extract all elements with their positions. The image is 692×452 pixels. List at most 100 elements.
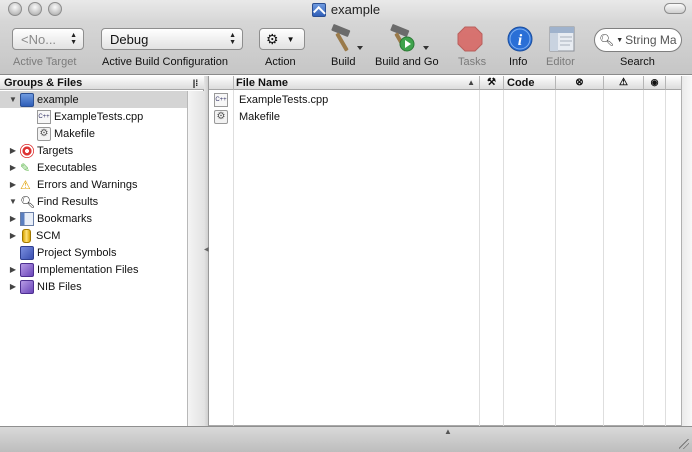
tree-item-find-results[interactable]: ▼ 🔍︎ Find Results xyxy=(0,193,187,210)
search-icon: 🔍︎ xyxy=(599,33,615,47)
build-button[interactable] xyxy=(324,24,364,54)
resize-grip-icon[interactable] xyxy=(679,439,689,449)
disclosure-collapsed-icon[interactable]: ▶ xyxy=(8,231,18,240)
gear-icon: ⚙ xyxy=(266,30,279,47)
active-target-value: <No... xyxy=(21,31,57,47)
column-divider xyxy=(603,90,604,426)
tree-item-label: Bookmarks xyxy=(37,212,93,225)
grip-icon: ◀ xyxy=(204,247,209,253)
popup-arrows-icon: ▲ ▼ xyxy=(229,32,236,46)
groups-and-files-header-label: Groups & Files xyxy=(4,76,83,89)
target-membership-column-header[interactable]: ◉ xyxy=(643,76,665,90)
stop-sign-icon xyxy=(457,26,483,52)
column-toggle-button[interactable]: |⁞ xyxy=(187,76,204,90)
file-list-scrollbar[interactable] xyxy=(681,76,692,426)
action-label: Action xyxy=(265,56,296,68)
disclosure-collapsed-icon[interactable]: ▶ xyxy=(8,214,18,223)
tree-item-label: Errors and Warnings xyxy=(37,178,138,191)
disclosure-collapsed-icon[interactable]: ▶ xyxy=(8,146,18,155)
tree-item-example[interactable]: ▼ example xyxy=(0,91,187,108)
tree-item-targets[interactable]: ▶ Targets xyxy=(0,142,187,159)
warnings-column-header[interactable]: ⚠ xyxy=(603,76,643,90)
disclosure-expanded-icon[interactable]: ▼ xyxy=(8,95,18,104)
warning-icon: ⚠ xyxy=(619,77,628,88)
search-label: Search xyxy=(620,56,655,68)
tree-item-label: Executables xyxy=(37,161,97,174)
info-icon: i xyxy=(507,26,533,52)
tree-item-implementation-files[interactable]: ▶ Implementation Files xyxy=(0,261,187,278)
tree-item-makefile[interactable]: ⚙ Makefile xyxy=(0,125,187,142)
groups-and-files-pane: Groups & Files |⁞ ▼ example C++ ExampleT… xyxy=(0,76,204,434)
warning-icon: ⚠ xyxy=(20,177,31,192)
tree-item-label: NIB Files xyxy=(37,280,82,293)
error-icon: ⊗ xyxy=(575,77,584,88)
search-input[interactable]: String Ma xyxy=(625,33,676,47)
file-name-column-header[interactable]: File Name ▲ xyxy=(233,76,479,90)
tasks-button[interactable] xyxy=(456,25,484,53)
bookmarks-icon xyxy=(20,211,34,226)
info-button[interactable]: i xyxy=(506,25,534,53)
executables-icon: ✎ xyxy=(20,160,31,175)
tree-item-label: example xyxy=(37,93,79,106)
build-label: Build xyxy=(331,56,356,68)
build-and-go-label: Build and Go xyxy=(375,56,439,68)
makefile-icon: ⚙ xyxy=(37,126,51,141)
tree-item-bookmarks[interactable]: ▶ Bookmarks xyxy=(0,210,187,227)
cpp-file-icon: C++ xyxy=(214,92,228,107)
makefile-icon: ⚙ xyxy=(214,109,228,124)
tree-item-label: SCM xyxy=(36,229,61,242)
xcode-project-icon xyxy=(311,2,326,17)
editor-icon xyxy=(549,26,575,52)
hammer-icon: ⚒ xyxy=(487,77,496,88)
active-build-configuration-label: Active Build Configuration xyxy=(102,56,228,68)
active-target-label: Active Target xyxy=(13,56,77,68)
tree-item-exampletests-cpp[interactable]: C++ ExampleTests.cpp xyxy=(0,108,187,125)
column-divider xyxy=(479,90,480,426)
smart-group-icon xyxy=(20,262,34,277)
active-target-popup[interactable]: <No... ▲ ▼ xyxy=(12,28,84,50)
cpp-file-icon: C++ xyxy=(37,109,51,124)
file-row-exampletests-cpp[interactable]: C++ ExampleTests.cpp xyxy=(209,91,681,108)
window-title-text: example xyxy=(330,2,381,17)
tasks-label: Tasks xyxy=(458,56,487,68)
editor-button[interactable] xyxy=(548,25,576,53)
file-name-column-label: File Name xyxy=(236,76,288,89)
active-build-configuration-popup[interactable]: Debug ▲ ▼ xyxy=(101,28,243,50)
targets-icon xyxy=(20,143,34,158)
tree-item-label: ExampleTests.cpp xyxy=(54,110,144,123)
active-build-configuration-value: Debug xyxy=(110,31,149,47)
disclosure-collapsed-icon[interactable]: ▶ xyxy=(8,163,18,172)
target-icon: ◉ xyxy=(650,77,659,87)
file-type-column-header[interactable] xyxy=(209,76,233,90)
editor-split-handle-icon[interactable]: ▲ xyxy=(444,427,452,436)
window-title: example xyxy=(0,2,692,17)
file-row-makefile[interactable]: ⚙ Makefile xyxy=(209,108,681,125)
disclosure-collapsed-icon[interactable]: ▶ xyxy=(8,180,18,189)
tree-item-label: Targets xyxy=(37,144,74,157)
build-and-go-button[interactable] xyxy=(385,24,431,54)
disclosure-collapsed-icon[interactable]: ▶ xyxy=(8,282,18,291)
window-toolbar: example <No... ▲ ▼ Active Target Debug ▲ ▼… xyxy=(0,0,692,75)
search-field[interactable]: 🔍︎ ▼ String Ma xyxy=(594,28,682,52)
disclosure-expanded-icon[interactable]: ▼ xyxy=(8,197,18,206)
tree-item-project-symbols[interactable]: Project Symbols xyxy=(0,244,187,261)
column-divider xyxy=(555,90,556,426)
groups-and-files-header[interactable]: Groups & Files xyxy=(0,76,187,90)
tree-item-label: Implementation Files xyxy=(37,263,139,276)
tree-item-errors-and-warnings[interactable]: ▶ ⚠ Errors and Warnings xyxy=(0,176,187,193)
disclosure-collapsed-icon[interactable]: ▶ xyxy=(8,265,18,274)
errors-column-header[interactable]: ⊗ xyxy=(555,76,603,90)
tree-item-nib-files[interactable]: ▶ NIB Files xyxy=(0,278,187,295)
column-options-header[interactable] xyxy=(665,76,681,90)
column-divider xyxy=(643,90,644,426)
build-column-header[interactable]: ⚒ xyxy=(479,76,503,90)
xcode-project-icon xyxy=(20,92,34,107)
tree-item-scm[interactable]: ▶ SCM xyxy=(0,227,187,244)
action-popup-button[interactable]: ⚙ ▼ xyxy=(259,28,305,50)
tree-item-executables[interactable]: ▶ ✎ Executables xyxy=(0,159,187,176)
build-and-go-icon xyxy=(390,24,429,52)
code-column-header[interactable]: Code xyxy=(503,76,555,90)
tree-item-label: Find Results xyxy=(37,195,99,208)
status-bar: ▲ xyxy=(0,426,692,452)
hammer-icon xyxy=(331,24,363,52)
